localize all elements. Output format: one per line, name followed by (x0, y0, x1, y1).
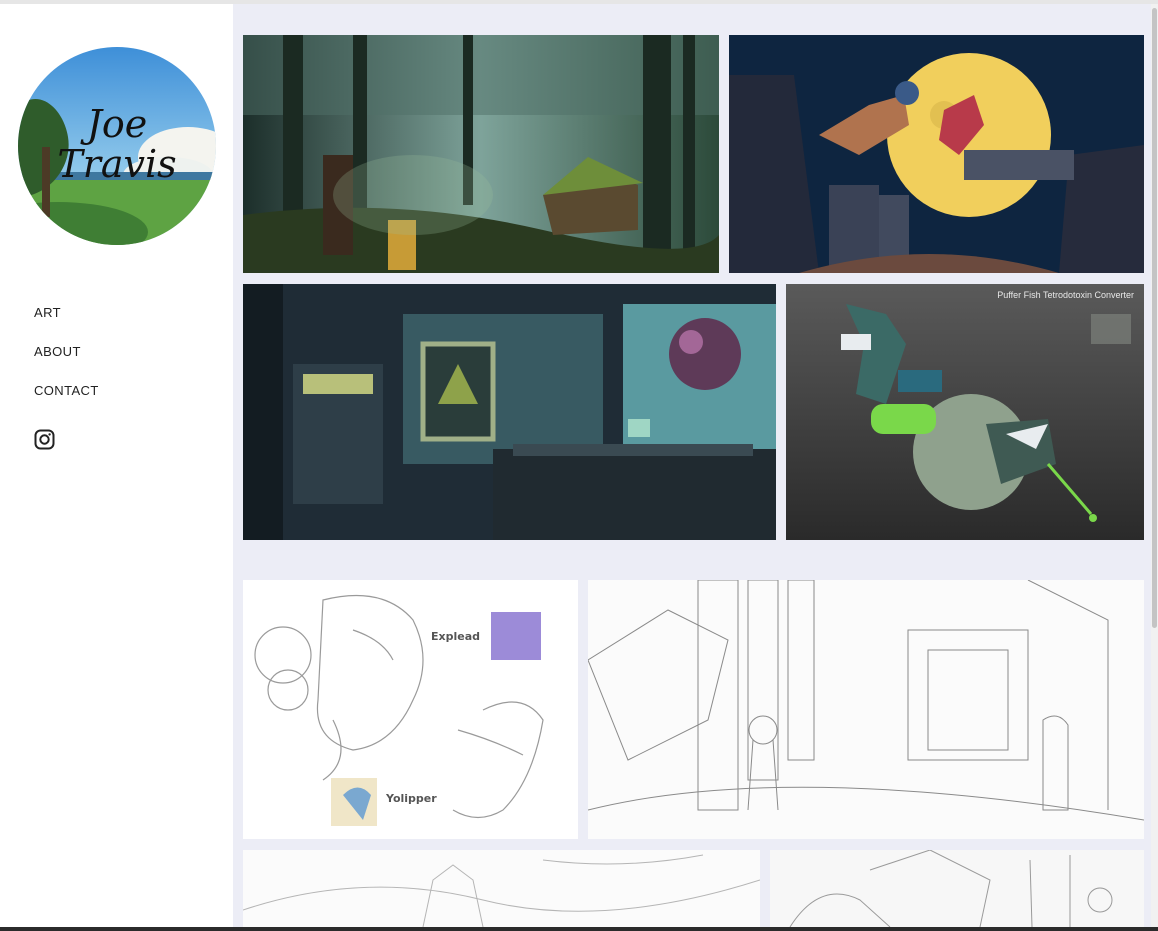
moonlit-robots-render[interactable] (729, 35, 1144, 273)
logo-name-line2: Travis (57, 142, 177, 186)
main-nav: ART ABOUT CONTACT (34, 302, 99, 419)
nav-art[interactable]: ART (34, 302, 99, 341)
ziggurat-landscape-sketch[interactable] (243, 850, 760, 927)
creature-label-a: Explead (431, 630, 481, 643)
site-logo[interactable]: Joe Travis (18, 47, 216, 245)
bottom-border (0, 927, 1158, 931)
temple-corridor-sketch[interactable] (588, 580, 1144, 839)
sidebar: Joe Travis ART ABOUT CONTACT (0, 4, 233, 927)
logo-name-line1: Joe (86, 102, 148, 146)
instagram-icon[interactable] (34, 429, 55, 450)
creature-label-b: Yolipper (386, 792, 437, 805)
lab-interior-painting[interactable] (243, 284, 776, 540)
nav-about[interactable]: ABOUT (34, 341, 99, 380)
nav-contact[interactable]: CONTACT (34, 380, 99, 419)
creature-sketch-sheet[interactable]: Explead Yolipper (243, 580, 578, 839)
puffer-fish-converter-render[interactable]: Puffer Fish Tetrodotoxin Converter (786, 284, 1144, 540)
harbor-sketch[interactable] (770, 850, 1144, 927)
forest-cabin-painting[interactable] (243, 35, 719, 273)
scrollbar-thumb[interactable] (1152, 8, 1157, 628)
artwork-caption: Puffer Fish Tetrodotoxin Converter (997, 290, 1134, 300)
